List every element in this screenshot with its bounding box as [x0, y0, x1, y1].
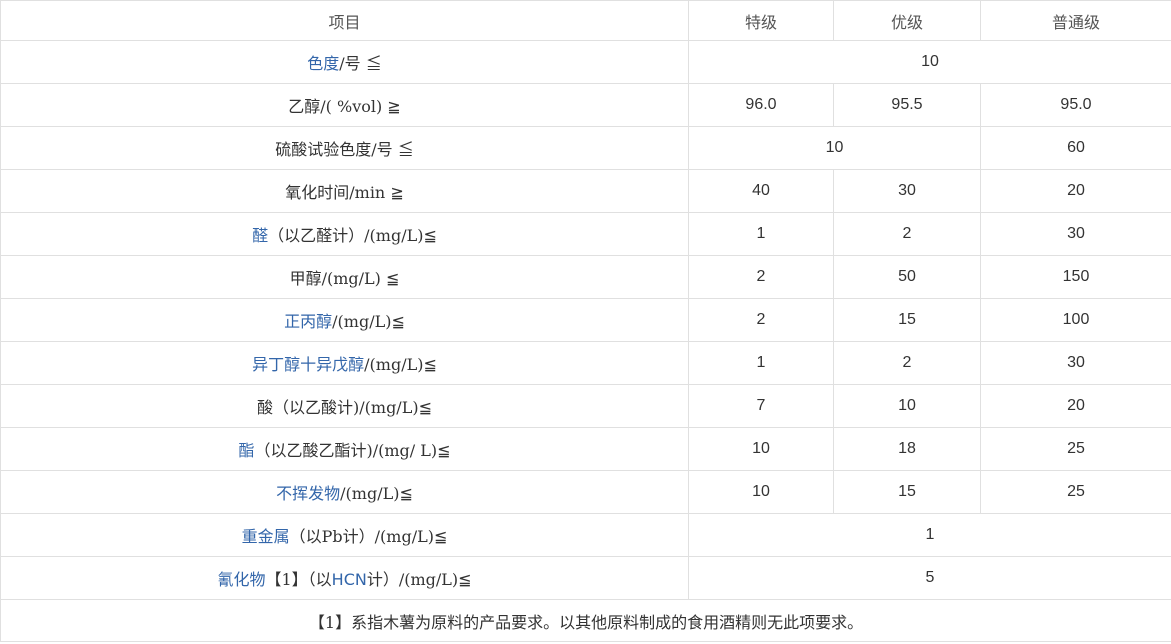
- value-ordinary: 95.0: [980, 83, 1171, 127]
- value-superior: 10: [833, 384, 981, 428]
- table-row: 甲醇/(mg/L) ≦ 2 50 150: [0, 255, 1171, 299]
- item-cell: 酸（以乙酸计)/(mg/L)≦: [0, 384, 689, 428]
- value-special: 2: [688, 255, 834, 299]
- item-text: （以Pb计）/(mg/L)≦: [289, 527, 448, 546]
- value-superior: 2: [833, 212, 981, 256]
- value-merged: 5: [688, 556, 1171, 600]
- item-cell: 氰化物【1】（以HCN计）/(mg/L)≦: [0, 556, 689, 600]
- table-row: 酯（以乙酸乙酯计)/(mg/ L)≦ 10 18 25: [0, 427, 1171, 471]
- value-superior: 50: [833, 255, 981, 299]
- value-ordinary: 150: [980, 255, 1171, 299]
- value-special: 10: [688, 427, 834, 471]
- value-ordinary: 20: [980, 384, 1171, 428]
- value-superior: 95.5: [833, 83, 981, 127]
- item-link[interactable]: 氰化物: [217, 570, 265, 589]
- item-link[interactable]: 异丁醇十异戊醇: [252, 355, 364, 374]
- value-special: 7: [688, 384, 834, 428]
- value-ordinary: 20: [980, 169, 1171, 213]
- value-ordinary: 30: [980, 212, 1171, 256]
- value-special: 96.0: [688, 83, 834, 127]
- item-cell: 酯（以乙酸乙酯计)/(mg/ L)≦: [0, 427, 689, 471]
- item-cell: 重金属（以Pb计）/(mg/L)≦: [0, 513, 689, 557]
- value-special: 1: [688, 341, 834, 385]
- table-row: 不挥发物/(mg/L)≦ 10 15 25: [0, 470, 1171, 514]
- value-special: 10: [688, 470, 834, 514]
- value-merged: 10: [688, 126, 981, 170]
- header-grade-superior: 优级: [833, 0, 981, 41]
- header-grade-ordinary: 普通级: [980, 0, 1171, 41]
- header-item: 项目: [0, 0, 689, 41]
- value-ordinary: 25: [980, 427, 1171, 471]
- item-cell: 氧化时间/min ≧: [0, 169, 689, 213]
- value-superior: 2: [833, 341, 981, 385]
- value-superior: 15: [833, 298, 981, 342]
- table-row: 正丙醇/(mg/L)≦ 2 15 100: [0, 298, 1171, 342]
- item-link[interactable]: 不挥发物: [276, 484, 340, 503]
- item-cell: 甲醇/(mg/L) ≦: [0, 255, 689, 299]
- value-special: 2: [688, 298, 834, 342]
- header-row: 项目 特级 优级 普通级: [0, 0, 1171, 41]
- header-grade-special: 特级: [688, 0, 834, 41]
- item-link[interactable]: 重金属: [242, 527, 290, 546]
- table-row: 酸（以乙酸计)/(mg/L)≦ 7 10 20: [0, 384, 1171, 428]
- item-text: （以乙醛计）/(mg/L)≦: [268, 226, 437, 245]
- footnote-row: 【1】系指木薯为原料的产品要求。以其他原料制成的食用酒精则无此项要求。: [0, 599, 1171, 642]
- table-row: 色度/号 ≦ 10: [0, 40, 1171, 84]
- value-superior: 15: [833, 470, 981, 514]
- item-link[interactable]: 色度: [307, 54, 339, 73]
- item-cell: 乙醇/( %vol) ≧: [0, 83, 689, 127]
- value-superior: 30: [833, 169, 981, 213]
- item-text: /(mg/L)≦: [332, 312, 405, 331]
- item-cell: 色度/号 ≦: [0, 40, 689, 84]
- table-row: 氰化物【1】（以HCN计）/(mg/L)≦ 5: [0, 556, 1171, 600]
- item-link[interactable]: 酯: [238, 441, 254, 460]
- value-ordinary: 100: [980, 298, 1171, 342]
- item-cell: 正丙醇/(mg/L)≦: [0, 298, 689, 342]
- item-link[interactable]: 醛: [252, 226, 268, 245]
- item-link-hcn[interactable]: HCN: [332, 570, 367, 589]
- item-text-mid: 【1】（以: [265, 570, 332, 589]
- item-text: /(mg/L)≦: [364, 355, 437, 374]
- value-merged: 10: [688, 40, 1171, 84]
- item-cell: 硫酸试验色度/号 ≦: [0, 126, 689, 170]
- table-row: 异丁醇十异戊醇/(mg/L)≦ 1 2 30: [0, 341, 1171, 385]
- table-row: 乙醇/( %vol) ≧ 96.0 95.5 95.0: [0, 83, 1171, 127]
- footnote: 【1】系指木薯为原料的产品要求。以其他原料制成的食用酒精则无此项要求。: [0, 599, 1171, 642]
- item-text: /(mg/L)≦: [340, 484, 413, 503]
- item-text: 计）/(mg/L)≦: [366, 570, 472, 589]
- item-cell: 不挥发物/(mg/L)≦: [0, 470, 689, 514]
- value-special: 40: [688, 169, 834, 213]
- value-ordinary: 25: [980, 470, 1171, 514]
- table-row: 重金属（以Pb计）/(mg/L)≦ 1: [0, 513, 1171, 557]
- item-text: （以乙酸乙酯计)/(mg/ L)≦: [254, 441, 451, 460]
- value-merged: 1: [688, 513, 1171, 557]
- value-superior: 18: [833, 427, 981, 471]
- table-row: 硫酸试验色度/号 ≦ 10 60: [0, 126, 1171, 170]
- value-ordinary: 30: [980, 341, 1171, 385]
- table-row: 醛（以乙醛计）/(mg/L)≦ 1 2 30: [0, 212, 1171, 256]
- spec-table: 项目 特级 优级 普通级 色度/号 ≦ 10 乙醇/( %vol) ≧ 96.0…: [0, 0, 1171, 642]
- item-link[interactable]: 正丙醇: [284, 312, 332, 331]
- item-text: /号 ≦: [339, 54, 382, 73]
- item-cell: 醛（以乙醛计）/(mg/L)≦: [0, 212, 689, 256]
- value-ordinary: 60: [980, 126, 1171, 170]
- table-row: 氧化时间/min ≧ 40 30 20: [0, 169, 1171, 213]
- value-special: 1: [688, 212, 834, 256]
- item-cell: 异丁醇十异戊醇/(mg/L)≦: [0, 341, 689, 385]
